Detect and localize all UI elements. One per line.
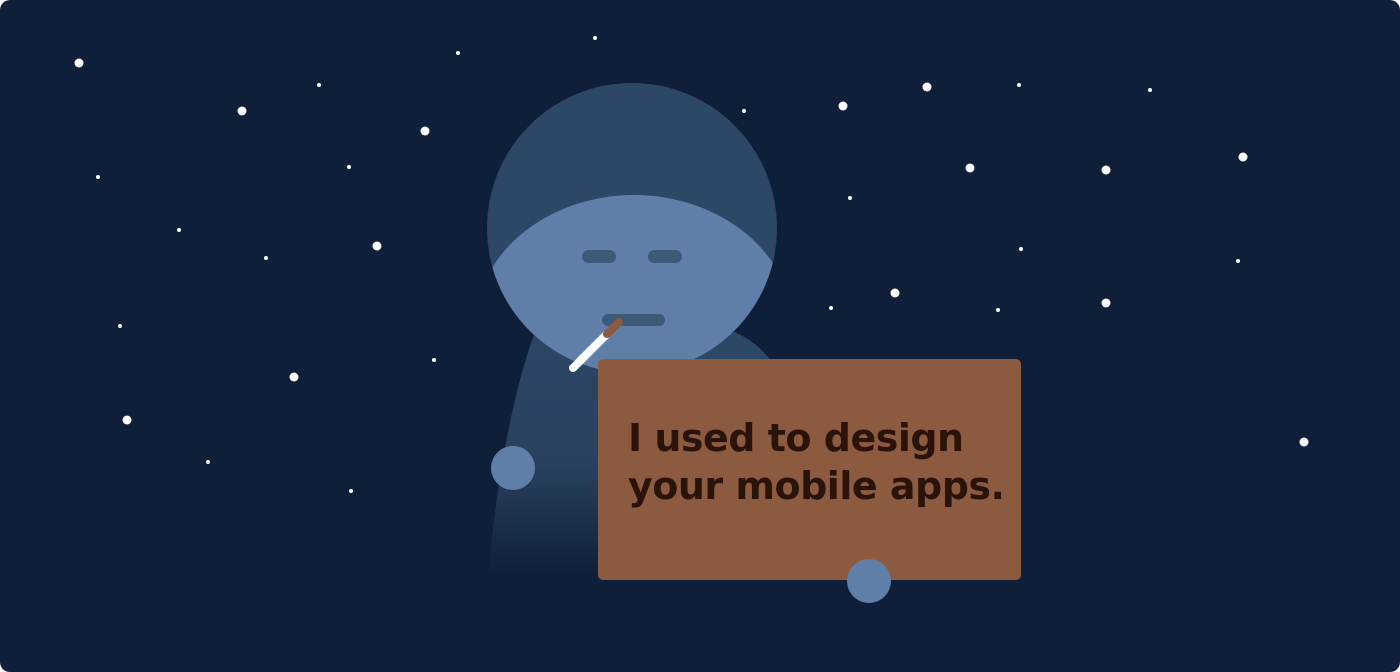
star-dot bbox=[177, 228, 181, 232]
star-dot bbox=[118, 324, 122, 328]
star-dot bbox=[829, 306, 833, 310]
illustration bbox=[74, 36, 1309, 603]
star-dot bbox=[890, 288, 900, 298]
star-dot bbox=[420, 126, 430, 136]
star-dot bbox=[848, 196, 852, 200]
sign-line-1: I used to design bbox=[628, 416, 964, 460]
star-dot bbox=[965, 163, 975, 173]
star-dot bbox=[372, 241, 382, 251]
right-hand bbox=[847, 559, 891, 603]
right-eye bbox=[648, 250, 682, 263]
left-hand bbox=[491, 446, 535, 490]
star-dot bbox=[96, 175, 100, 179]
sign-text: I used to design your mobile apps. bbox=[628, 414, 1008, 510]
star-dot bbox=[1019, 247, 1023, 251]
star-dot bbox=[317, 83, 321, 87]
star-dot bbox=[838, 101, 848, 111]
star-dot bbox=[349, 489, 353, 493]
star-dot bbox=[1299, 437, 1309, 447]
star-dot bbox=[206, 460, 210, 464]
star-dot bbox=[347, 165, 351, 169]
star-dot bbox=[1017, 83, 1021, 87]
star-dot bbox=[432, 358, 436, 362]
left-eye bbox=[582, 250, 616, 263]
star-dot bbox=[122, 415, 132, 425]
sign-line-2: your mobile apps. bbox=[628, 464, 1005, 508]
star-dot bbox=[74, 58, 84, 68]
star-dot bbox=[996, 308, 1000, 312]
star-dot bbox=[1101, 298, 1111, 308]
star-dot bbox=[264, 256, 268, 260]
star-dot bbox=[1101, 165, 1111, 175]
star-dot bbox=[1148, 88, 1152, 92]
star-dot bbox=[593, 36, 597, 40]
star-dot bbox=[289, 372, 299, 382]
star-dot bbox=[922, 82, 932, 92]
star-dot bbox=[742, 109, 746, 113]
star-dot bbox=[1238, 152, 1248, 162]
star-dot bbox=[237, 106, 247, 116]
star-dot bbox=[456, 51, 460, 55]
star-dot bbox=[1236, 259, 1240, 263]
night-scene: I used to design your mobile apps. bbox=[0, 0, 1400, 672]
